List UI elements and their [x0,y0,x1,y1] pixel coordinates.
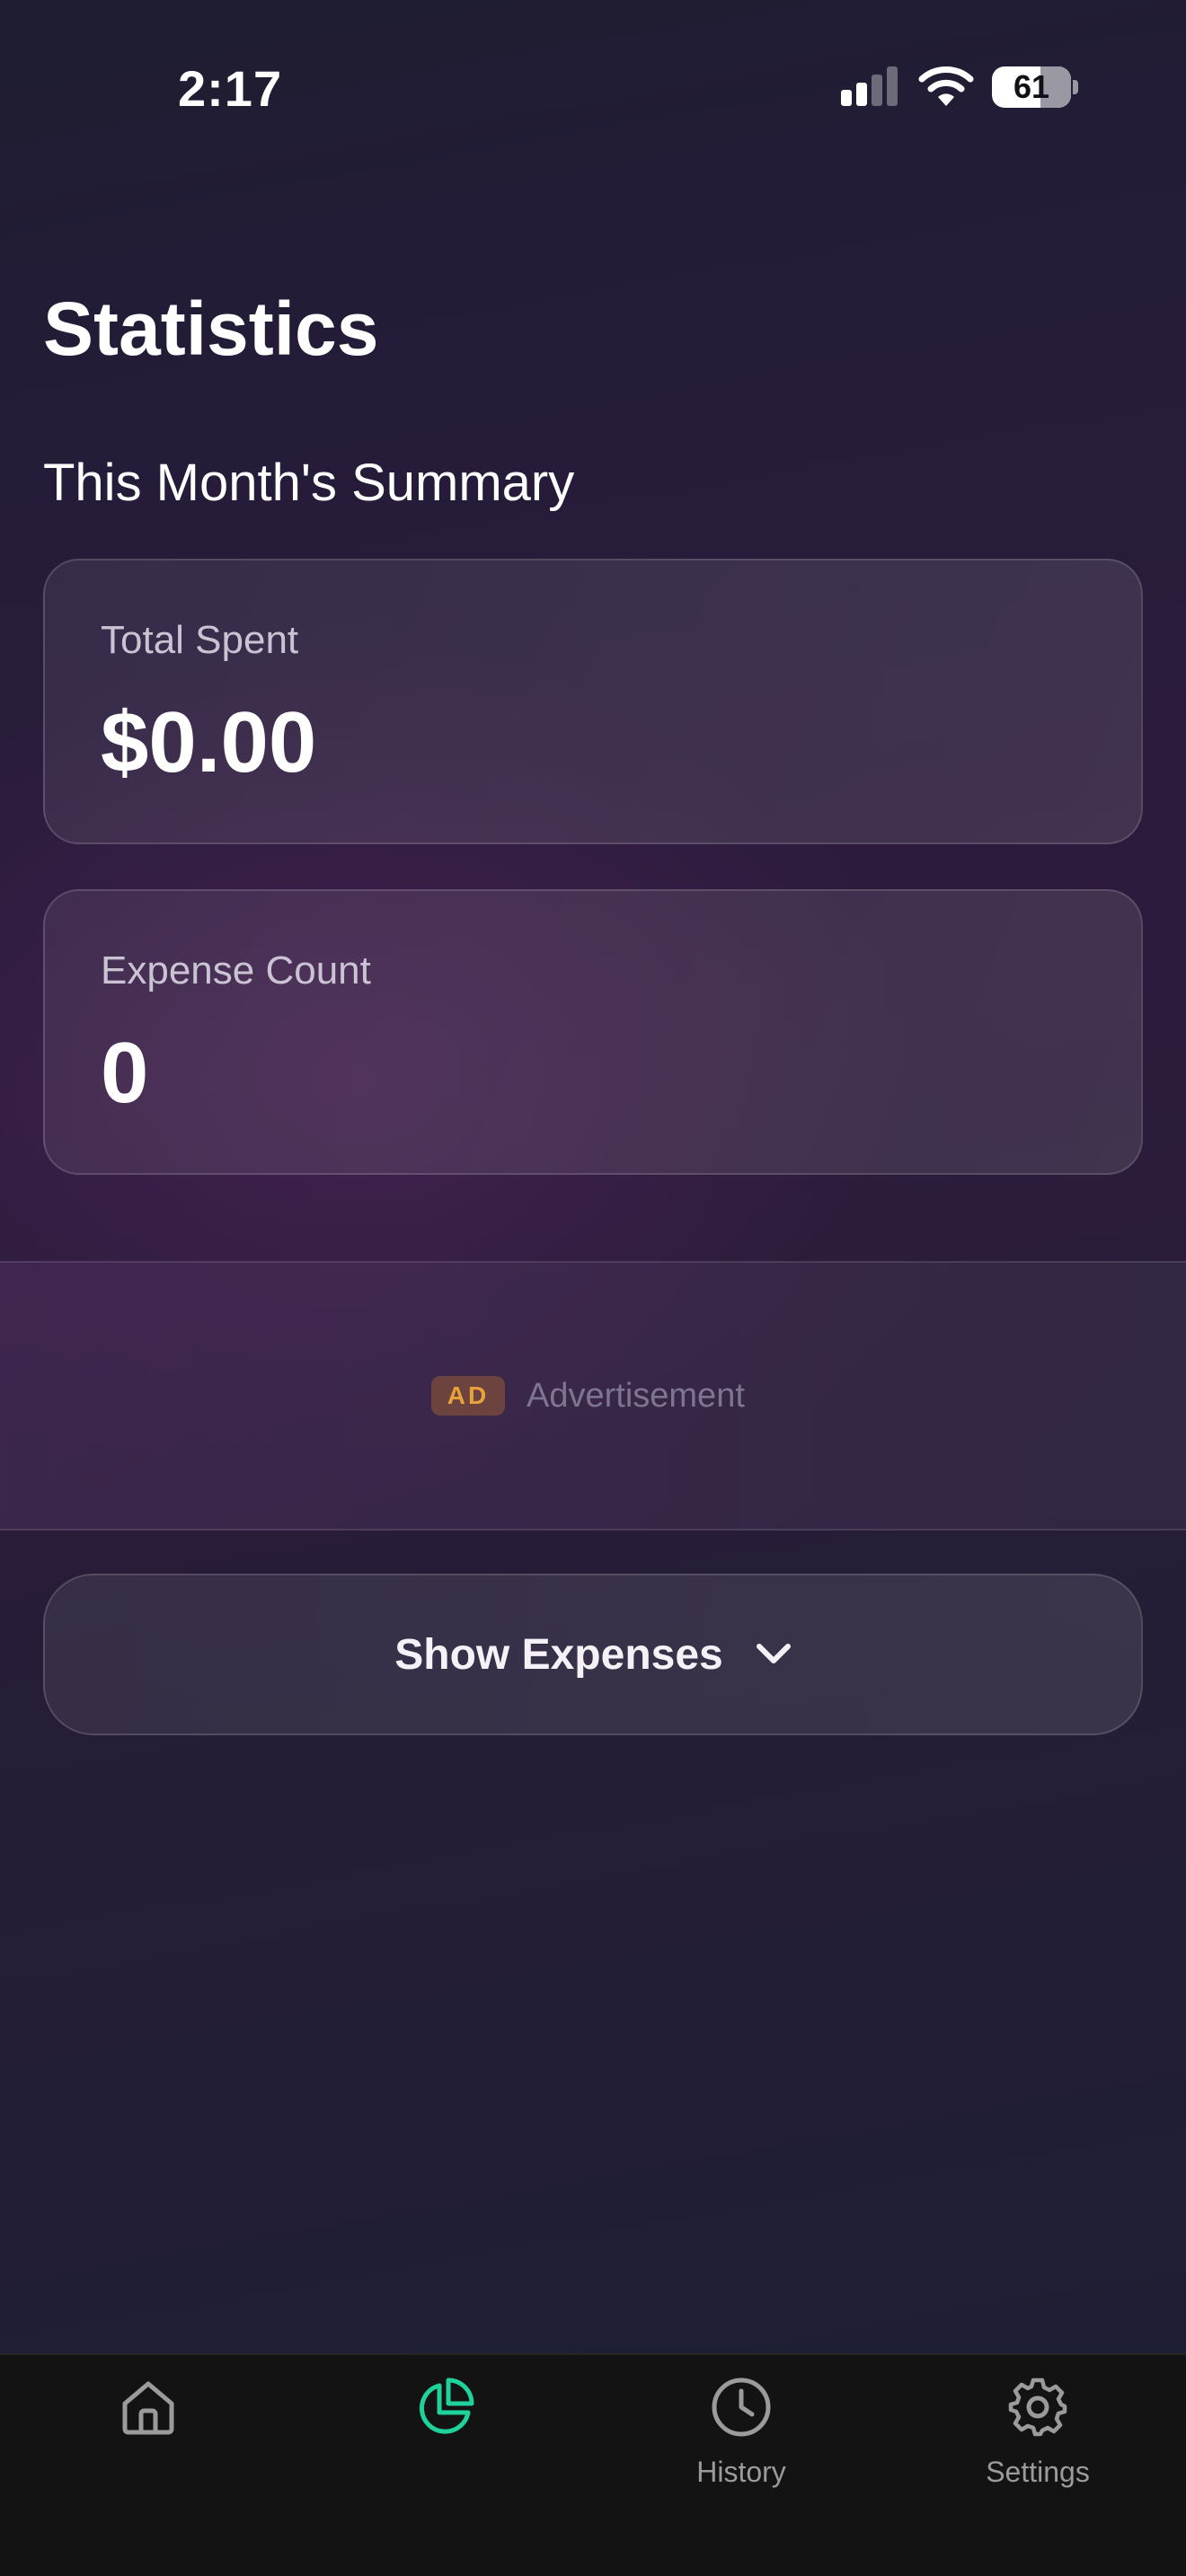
chevron-down-icon [756,1644,791,1663]
section-title: This Month's Summary [43,454,575,512]
clock-icon [712,2378,771,2437]
tab-history[interactable]: History [651,2355,831,2508]
status-bar: 2:17 61 [0,0,1186,171]
ad-banner[interactable]: AD Advertisement [0,1261,1186,1531]
pie-chart-icon [419,2378,474,2434]
tab-settings-label: Settings [986,2456,1090,2488]
total-spent-label: Total Spent [101,618,299,662]
gear-icon [1008,2378,1067,2437]
tab-settings[interactable]: Settings [948,2355,1128,2508]
ad-badge: AD [431,1376,505,1416]
wifi-icon [918,66,974,106]
ad-text: Advertisement [527,1377,745,1415]
battery-level: 61 [1013,68,1050,105]
tab-bar: History Settings [0,2353,1186,2576]
battery-icon: 61 [992,66,1071,108]
tab-history-label: History [696,2456,786,2488]
status-time: 2:17 [178,60,283,117]
expense-count-label: Expense Count [101,948,371,992]
show-expenses-label: Show Expenses [394,1630,723,1679]
expense-count-value: 0 [101,1025,149,1121]
show-expenses-button[interactable]: Show Expenses [43,1574,1143,1735]
expense-count-card: Expense Count 0 [43,889,1143,1175]
home-icon [122,2381,174,2435]
battery-tip [1073,80,1078,94]
total-spent-value: $0.00 [101,694,317,790]
page-title: Statistics [43,287,379,371]
signal-icon [841,66,900,106]
tab-statistics[interactable] [355,2355,535,2508]
tab-home[interactable] [58,2355,238,2508]
total-spent-card: Total Spent $0.00 [43,559,1143,844]
